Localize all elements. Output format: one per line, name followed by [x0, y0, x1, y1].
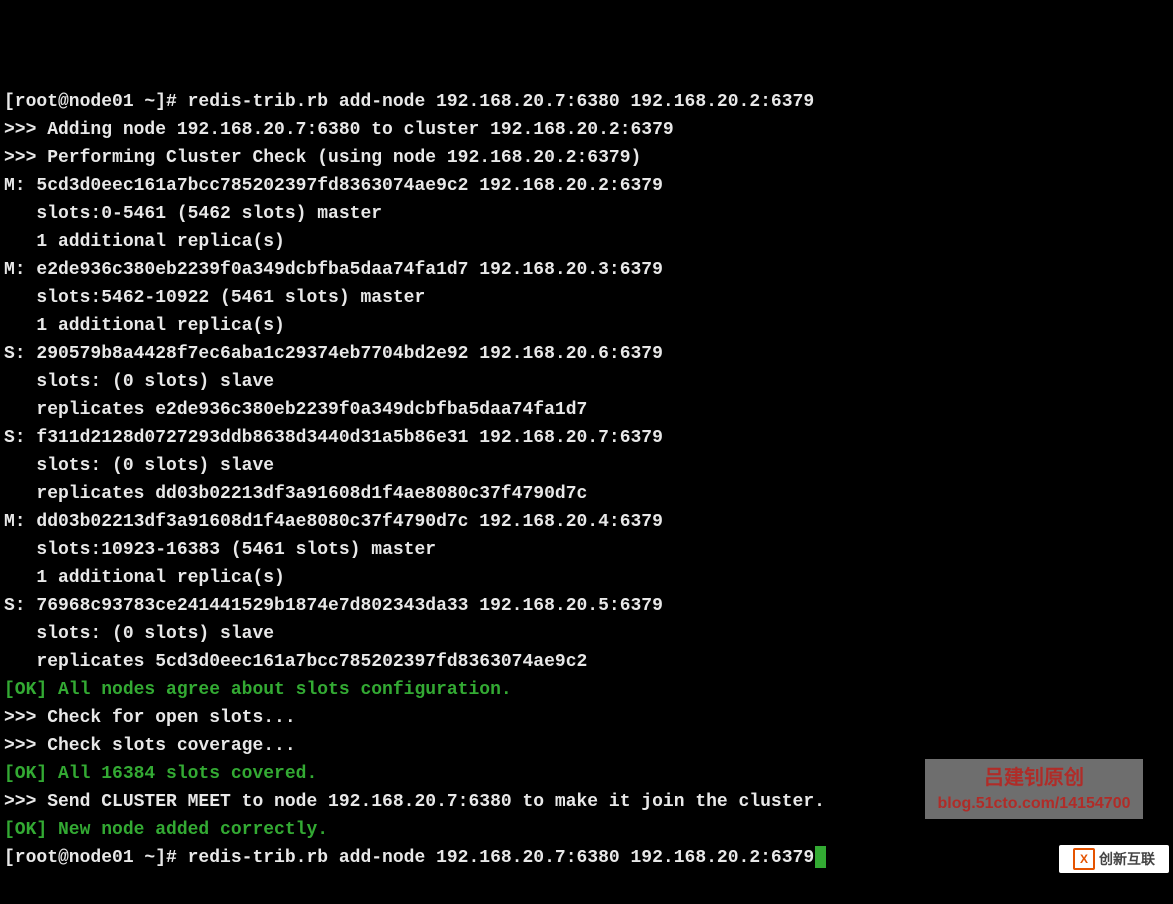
- terminal-line: slots:10923-16383 (5461 slots) master: [4, 536, 1169, 564]
- terminal-line: [OK] All nodes agree about slots configu…: [4, 676, 1169, 704]
- logo-icon: X: [1073, 848, 1095, 870]
- terminal-line: S: 76968c93783ce241441529b1874e7d802343d…: [4, 592, 1169, 620]
- brand-logo: X 创新互联: [1059, 845, 1169, 873]
- terminal-line: M: dd03b02213df3a91608d1f4ae8080c37f4790…: [4, 508, 1169, 536]
- watermark: 吕建钊原创 blog.51cto.com/14154700: [925, 759, 1143, 819]
- terminal-line: 1 additional replica(s): [4, 564, 1169, 592]
- terminal-line: M: e2de936c380eb2239f0a349dcbfba5daa74fa…: [4, 256, 1169, 284]
- terminal-line: 1 additional replica(s): [4, 228, 1169, 256]
- terminal-line: S: 290579b8a4428f7ec6aba1c29374eb7704bd2…: [4, 340, 1169, 368]
- watermark-url: blog.51cto.com/14154700: [925, 791, 1143, 817]
- terminal-line: >>> Check for open slots...: [4, 704, 1169, 732]
- shell-prompt-line[interactable]: [root@node01 ~]# redis-trib.rb add-node …: [4, 848, 814, 868]
- terminal-line: slots:5462-10922 (5461 slots) master: [4, 284, 1169, 312]
- cursor-icon: [815, 846, 826, 868]
- terminal-line: replicates dd03b02213df3a91608d1f4ae8080…: [4, 480, 1169, 508]
- terminal-line: replicates 5cd3d0eec161a7bcc785202397fd8…: [4, 648, 1169, 676]
- terminal-line: slots: (0 slots) slave: [4, 368, 1169, 396]
- terminal-line: M: 5cd3d0eec161a7bcc785202397fd8363074ae…: [4, 172, 1169, 200]
- terminal-line: 1 additional replica(s): [4, 312, 1169, 340]
- watermark-title: 吕建钊原创: [925, 765, 1143, 791]
- terminal-line: [root@node01 ~]# redis-trib.rb add-node …: [4, 88, 1169, 116]
- terminal-line: slots:0-5461 (5462 slots) master: [4, 200, 1169, 228]
- terminal-line: >>> Check slots coverage...: [4, 732, 1169, 760]
- logo-text: 创新互联: [1099, 845, 1155, 873]
- terminal-line: [OK] New node added correctly.: [4, 816, 1169, 844]
- terminal-line: slots: (0 slots) slave: [4, 452, 1169, 480]
- terminal-line: replicates e2de936c380eb2239f0a349dcbfba…: [4, 396, 1169, 424]
- terminal-line: >>> Adding node 192.168.20.7:6380 to clu…: [4, 116, 1169, 144]
- terminal-line: slots: (0 slots) slave: [4, 620, 1169, 648]
- terminal-line: S: f311d2128d0727293ddb8638d3440d31a5b86…: [4, 424, 1169, 452]
- terminal-line: >>> Performing Cluster Check (using node…: [4, 144, 1169, 172]
